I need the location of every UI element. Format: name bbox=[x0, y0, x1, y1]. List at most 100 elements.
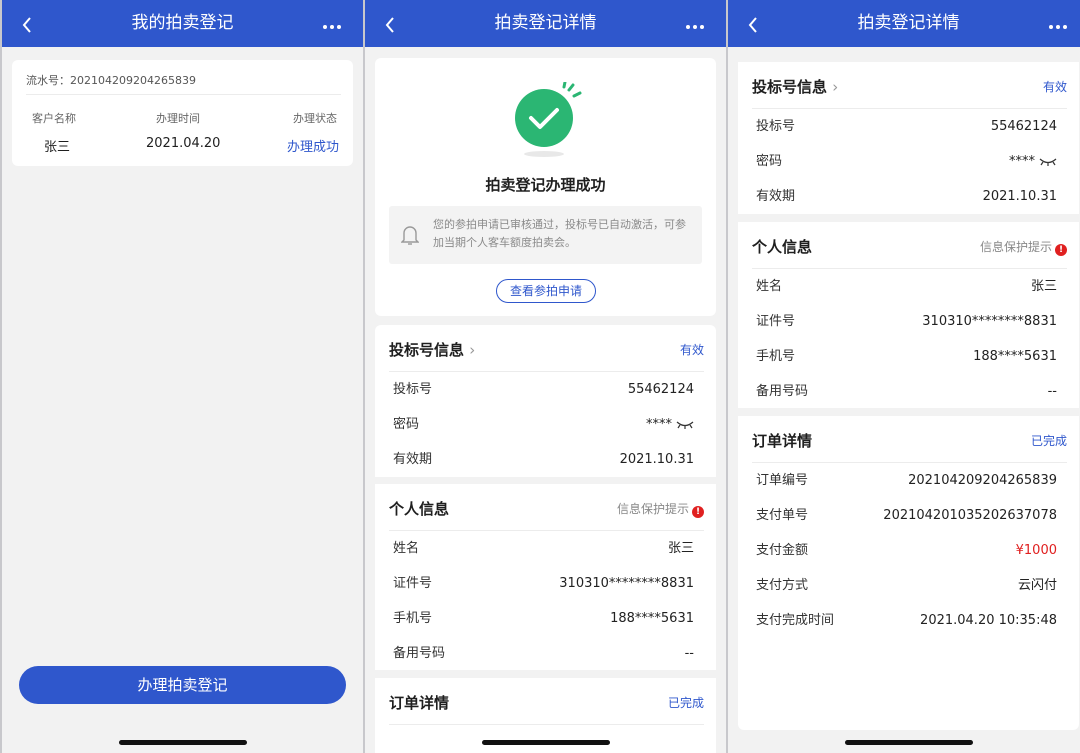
bid-info-title-text: 投标号信息 bbox=[752, 78, 828, 96]
eye-closed-icon[interactable] bbox=[676, 420, 694, 430]
nav-bar: 拍卖登记详情 bbox=[365, 0, 726, 47]
divider bbox=[26, 94, 341, 95]
validity-row: 有效期 2021.10.31 bbox=[738, 179, 1079, 214]
success-card: 拍卖登记办理成功 您的参拍申请已审核通过，投标号已自动激活，可参加当期个人客车额… bbox=[375, 58, 716, 316]
row-label: 支付完成时间 bbox=[756, 613, 835, 628]
chevron-right-icon: › bbox=[832, 78, 839, 96]
id-number-row: 证件号 310310********8831 bbox=[738, 304, 1079, 339]
row-label: 密码 bbox=[756, 154, 783, 169]
home-indicator bbox=[118, 740, 247, 745]
approval-notice: 您的参拍申请已审核通过，投标号已自动激活，可参加当期个人客车额度拍卖会。 bbox=[389, 206, 702, 264]
row-label: 姓名 bbox=[393, 541, 420, 556]
bid-status: 有效 bbox=[1042, 80, 1067, 94]
validity-row: 有效期 2021.10.31 bbox=[375, 442, 716, 477]
row-value: **** bbox=[1009, 154, 1035, 169]
row-value: 55462124 bbox=[627, 382, 694, 397]
personal-info-title: 个人信息 bbox=[389, 500, 450, 518]
screen-registration-detail-scrolled: 拍卖登记详情 投标号信息 › 有效 投标号 55462124 密码 **** 有效期… bbox=[728, 0, 1080, 753]
bid-status: 有效 bbox=[679, 343, 704, 357]
row-value: 188****5631 bbox=[610, 611, 694, 626]
bell-icon bbox=[401, 226, 419, 245]
record-name: 张三 bbox=[44, 140, 71, 155]
chevron-right-icon: › bbox=[469, 341, 476, 359]
phone-row: 手机号 188****5631 bbox=[738, 339, 1079, 374]
order-detail-section: 订单详情 已完成 订单编号 202104209204265839 支付单号 2021… bbox=[738, 416, 1079, 730]
row-label: 支付金额 bbox=[756, 543, 809, 558]
check-circle-icon bbox=[515, 82, 582, 157]
warning-icon: ! bbox=[692, 506, 704, 518]
record-date: 2021.04.20 bbox=[146, 136, 221, 151]
payment-method-row: 支付方式 云闪付 bbox=[738, 568, 1079, 603]
bid-info-section: 投标号信息 › 有效 投标号 55462124 密码 **** 有效期 2021.10… bbox=[375, 325, 716, 477]
row-value: 2021.10.31 bbox=[982, 189, 1057, 204]
column-process-status: 办理状态 bbox=[293, 112, 337, 125]
page-title: 我的拍卖登记 bbox=[131, 13, 234, 33]
row-label: 证件号 bbox=[756, 314, 796, 329]
row-label: 证件号 bbox=[393, 576, 433, 591]
privacy-hint-text: 信息保护提示 bbox=[979, 240, 1052, 254]
bid-info-title[interactable]: 投标号信息 › bbox=[752, 76, 838, 97]
row-value: 188****5631 bbox=[973, 349, 1057, 364]
order-detail-title: 订单详情 bbox=[389, 694, 450, 712]
row-label: 有效期 bbox=[756, 189, 796, 204]
row-value: **** bbox=[646, 417, 672, 432]
column-customer-name: 客户名称 bbox=[32, 112, 76, 125]
warning-icon: ! bbox=[1055, 244, 1067, 256]
row-label: 订单编号 bbox=[756, 473, 809, 488]
page-title: 拍卖登记详情 bbox=[857, 13, 960, 33]
row-label: 密码 bbox=[393, 417, 420, 432]
row-value: 310310********8831 bbox=[922, 314, 1057, 329]
order-status: 已完成 bbox=[667, 696, 704, 710]
home-indicator bbox=[844, 740, 973, 745]
payment-number-row: 支付单号 202104201035202637078 bbox=[738, 498, 1079, 533]
row-value: -- bbox=[1047, 384, 1057, 399]
record-status-link[interactable]: 办理成功 bbox=[287, 136, 339, 155]
eye-closed-icon[interactable] bbox=[1039, 157, 1057, 167]
order-status: 已完成 bbox=[1030, 434, 1067, 448]
privacy-hint[interactable]: 信息保护提示! bbox=[617, 500, 704, 518]
personal-info-title: 个人信息 bbox=[752, 238, 813, 256]
bid-info-section: 投标号信息 › 有效 投标号 55462124 密码 **** 有效期 2021.10… bbox=[738, 62, 1079, 214]
bid-info-title-text: 投标号信息 bbox=[389, 341, 465, 359]
row-value: 2021.10.31 bbox=[619, 452, 694, 467]
divider bbox=[389, 724, 704, 725]
payment-amount-row: 支付金额 ¥1000 bbox=[738, 533, 1079, 568]
more-icon[interactable] bbox=[1047, 0, 1077, 47]
row-label: 手机号 bbox=[393, 611, 433, 626]
bid-info-title[interactable]: 投标号信息 › bbox=[389, 339, 475, 360]
row-label: 支付方式 bbox=[756, 578, 809, 593]
name-row: 姓名 张三 bbox=[738, 269, 1079, 304]
row-label: 备用号码 bbox=[756, 384, 809, 399]
row-value: -- bbox=[684, 646, 694, 661]
backup-phone-row: 备用号码 -- bbox=[738, 374, 1079, 409]
more-icon[interactable] bbox=[684, 0, 714, 47]
serial-value: 202104209204265839 bbox=[70, 74, 196, 87]
phone-row: 手机号 188****5631 bbox=[375, 601, 716, 636]
registration-record-card[interactable]: 流水号：202104209204265839 客户名称 办理时间 办理状态 张三… bbox=[12, 60, 353, 166]
more-icon[interactable] bbox=[321, 0, 351, 47]
home-indicator bbox=[481, 740, 610, 745]
notice-text: 您的参拍申请已审核通过，投标号已自动激活，可参加当期个人客车额度拍卖会。 bbox=[433, 218, 686, 249]
row-value: 202104201035202637078 bbox=[883, 508, 1057, 523]
row-label: 姓名 bbox=[756, 279, 783, 294]
row-label: 手机号 bbox=[756, 349, 796, 364]
privacy-hint[interactable]: 信息保护提示! bbox=[980, 238, 1067, 256]
row-value: 张三 bbox=[667, 541, 694, 556]
screen-registration-detail-top: 拍卖登记详情 拍卖登记办理成功 您的参拍申请已审核通过，投标号已自动激活，可参加… bbox=[365, 0, 726, 753]
backup-phone-row: 备用号码 -- bbox=[375, 636, 716, 671]
nav-bar: 我的拍卖登记 bbox=[2, 0, 363, 47]
bid-number-row: 投标号 55462124 bbox=[375, 372, 716, 407]
personal-info-section: 个人信息 信息保护提示! 姓名 张三 证件号 310310********8831 … bbox=[375, 484, 716, 670]
row-label: 有效期 bbox=[393, 452, 433, 467]
row-value: 2021.04.20 10:35:48 bbox=[920, 613, 1057, 628]
serial-number: 流水号：202104209204265839 bbox=[26, 72, 196, 88]
column-process-time: 办理时间 bbox=[156, 112, 200, 125]
privacy-hint-text: 信息保护提示 bbox=[616, 502, 689, 516]
view-application-button[interactable]: 查看参拍申请 bbox=[496, 279, 596, 303]
row-value: 202104209204265839 bbox=[908, 473, 1057, 488]
apply-registration-button[interactable]: 办理拍卖登记 bbox=[19, 666, 346, 704]
row-label: 投标号 bbox=[393, 382, 433, 397]
row-label: 备用号码 bbox=[393, 646, 446, 661]
row-label: 投标号 bbox=[756, 119, 796, 134]
order-number-row: 订单编号 202104209204265839 bbox=[738, 463, 1079, 498]
